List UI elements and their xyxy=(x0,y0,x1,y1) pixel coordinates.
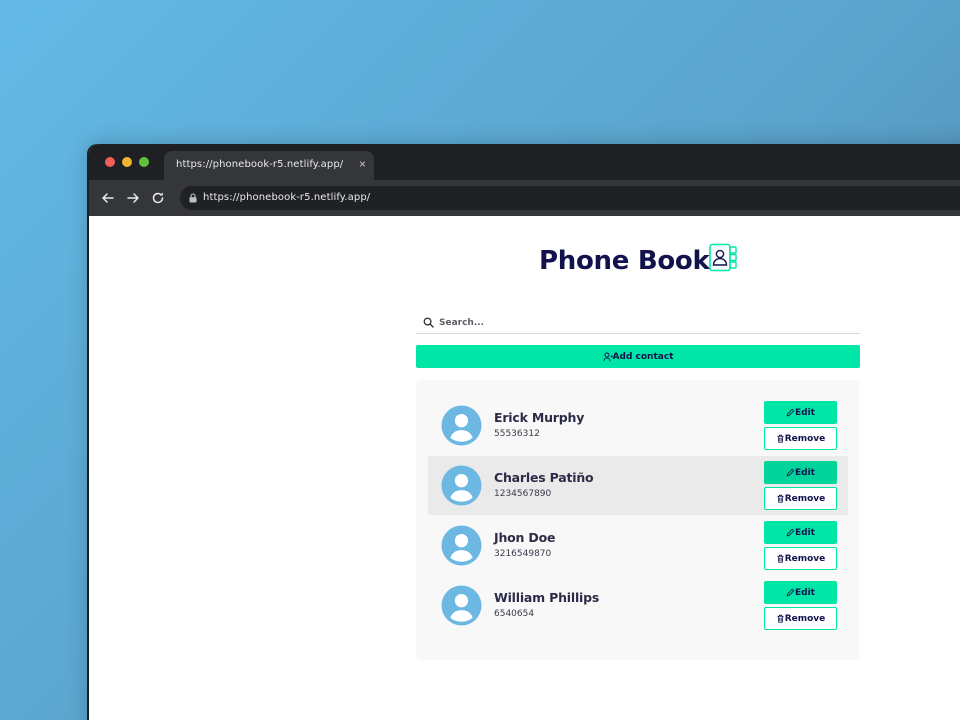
contact-phone: 3216549870 xyxy=(494,549,552,559)
trash-icon xyxy=(777,434,784,443)
remove-label: Remove xyxy=(784,493,826,504)
forward-arrow-icon[interactable] xyxy=(125,190,141,206)
remove-label: Remove xyxy=(784,433,826,444)
edit-button[interactable]: Edit xyxy=(764,461,837,484)
contact-row: William Phillips 6540654 Edit Remove xyxy=(428,576,848,635)
add-contact-label: Add contact xyxy=(612,351,674,362)
edit-button[interactable]: Edit xyxy=(764,581,837,604)
contact-name: Charles Patiño xyxy=(494,470,594,485)
contact-list: Erick Murphy 55536312 Edit Remove Charle… xyxy=(416,380,859,660)
url-text: https://phonebook-r5.netlify.app/ xyxy=(203,192,371,203)
remove-button[interactable]: Remove xyxy=(764,487,837,510)
avatar-icon xyxy=(441,405,482,446)
contact-name: Jhon Doe xyxy=(494,530,556,545)
close-window-button[interactable] xyxy=(105,157,115,167)
search-icon xyxy=(423,317,434,328)
back-arrow-icon[interactable] xyxy=(100,190,116,206)
pencil-icon xyxy=(786,588,795,597)
edit-label: Edit xyxy=(795,407,815,418)
remove-button[interactable]: Remove xyxy=(764,607,837,630)
add-user-icon xyxy=(602,352,613,361)
add-contact-button[interactable]: Add contact xyxy=(416,345,860,368)
contact-book-icon xyxy=(709,243,737,272)
reload-icon[interactable] xyxy=(150,190,166,206)
contact-row: Jhon Doe 3216549870 Edit Remove xyxy=(428,516,848,575)
avatar-icon xyxy=(441,465,482,506)
page-content: Phone Book Add contact xyxy=(89,216,960,720)
edit-button[interactable]: Edit xyxy=(764,521,837,544)
maximize-window-button[interactable] xyxy=(139,157,149,167)
edit-label: Edit xyxy=(795,527,815,538)
contact-name: Erick Murphy xyxy=(494,410,585,425)
contact-row: Erick Murphy 55536312 Edit Remove xyxy=(428,396,848,455)
remove-label: Remove xyxy=(784,553,826,564)
address-bar[interactable]: https://phonebook-r5.netlify.app/ xyxy=(180,186,960,210)
remove-button[interactable]: Remove xyxy=(764,427,837,450)
edit-button[interactable]: Edit xyxy=(764,401,837,424)
avatar-icon xyxy=(441,585,482,626)
page-title: Phone Book xyxy=(539,246,710,276)
tab-title: https://phonebook-r5.netlify.app/ xyxy=(176,159,344,170)
contact-phone: 6540654 xyxy=(494,609,535,619)
edit-label: Edit xyxy=(795,587,815,598)
edit-label: Edit xyxy=(795,467,815,478)
trash-icon xyxy=(777,614,784,623)
search-input[interactable] xyxy=(439,314,839,331)
minimize-window-button[interactable] xyxy=(122,157,132,167)
pencil-icon xyxy=(786,468,795,477)
browser-tab[interactable]: https://phonebook-r5.netlify.app/ × xyxy=(164,151,374,180)
tab-close-icon[interactable]: × xyxy=(359,157,366,171)
browser-toolbar: https://phonebook-r5.netlify.app/ xyxy=(89,180,960,216)
pencil-icon xyxy=(786,408,795,417)
contact-phone: 55536312 xyxy=(494,429,540,439)
trash-icon xyxy=(777,494,784,503)
contact-name: William Phillips xyxy=(494,590,600,605)
remove-button[interactable]: Remove xyxy=(764,547,837,570)
browser-window: https://phonebook-r5.netlify.app/ × http… xyxy=(89,144,960,720)
contact-phone: 1234567890 xyxy=(494,489,552,499)
pencil-icon xyxy=(786,528,795,537)
search-box xyxy=(416,312,860,334)
trash-icon xyxy=(777,554,784,563)
lock-icon xyxy=(189,193,197,203)
contact-row: Charles Patiño 1234567890 Edit Remove xyxy=(428,456,848,515)
remove-label: Remove xyxy=(784,613,826,624)
avatar-icon xyxy=(441,525,482,566)
browser-tabbar: https://phonebook-r5.netlify.app/ × xyxy=(89,144,960,180)
